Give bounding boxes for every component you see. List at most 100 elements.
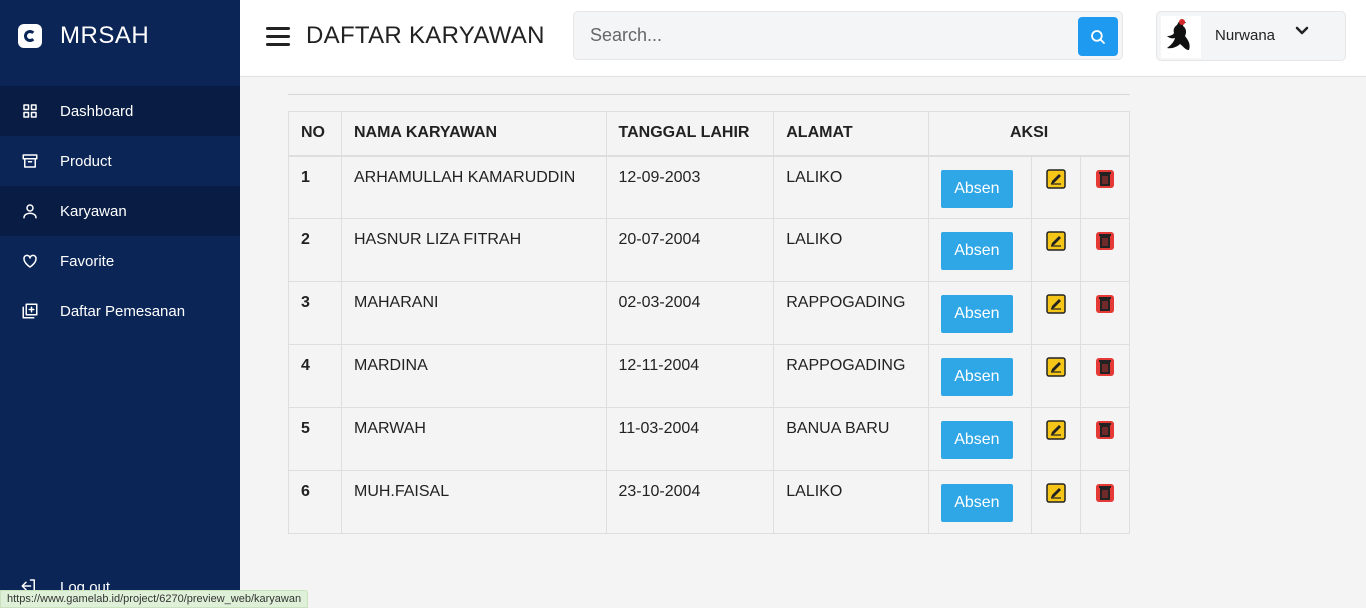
cell-edit bbox=[1031, 218, 1082, 282]
absen-button[interactable]: Absen bbox=[941, 421, 1013, 459]
cell-alamat: LALIKO bbox=[773, 470, 930, 534]
table-row: 2 HASNUR LIZA FITRAH 20-07-2004 LALIKO Absen bbox=[288, 218, 1130, 282]
edit-icon[interactable] bbox=[1046, 168, 1066, 189]
col-header-tgl: TANGGAL LAHIR bbox=[605, 111, 775, 157]
absen-button[interactable]: Absen bbox=[941, 358, 1013, 396]
top-header: DAFTAR KARYAWAN Nurwana bbox=[240, 0, 1366, 77]
user-menu[interactable]: Nurwana bbox=[1156, 11, 1346, 61]
cell-absen: Absen bbox=[928, 470, 1033, 534]
cell-edit bbox=[1031, 470, 1082, 534]
cell-absen: Absen bbox=[928, 155, 1033, 219]
cell-nama: MUH.FAISAL bbox=[340, 470, 607, 534]
chevron-down-icon bbox=[1295, 24, 1309, 38]
cell-tgl: 11-03-2004 bbox=[605, 407, 775, 471]
trash-icon[interactable] bbox=[1095, 231, 1115, 251]
cell-delete bbox=[1080, 344, 1130, 408]
sidebar-item-favorite[interactable]: Favorite bbox=[0, 236, 240, 286]
search-icon bbox=[1091, 29, 1105, 44]
sidebar-nav: Dashboard Product Karyawan Favorite Daft… bbox=[0, 86, 240, 336]
col-header-aksi: AKSI bbox=[928, 111, 1130, 157]
brand[interactable]: MRSAH bbox=[0, 0, 240, 72]
absen-button[interactable]: Absen bbox=[941, 232, 1013, 270]
search-input[interactable] bbox=[574, 12, 1074, 59]
absen-button[interactable]: Absen bbox=[941, 484, 1013, 522]
absen-button[interactable]: Absen bbox=[941, 169, 1013, 208]
add-square-icon bbox=[20, 301, 40, 321]
trash-icon[interactable] bbox=[1095, 483, 1115, 503]
cell-delete bbox=[1080, 155, 1130, 219]
brand-logo-icon bbox=[18, 24, 42, 48]
cell-absen: Absen bbox=[928, 218, 1033, 282]
edit-icon[interactable] bbox=[1046, 357, 1066, 377]
trash-icon[interactable] bbox=[1095, 294, 1115, 314]
absen-button[interactable]: Absen bbox=[941, 295, 1013, 333]
cell-delete bbox=[1080, 218, 1130, 282]
cell-nama: ARHAMULLAH KAMARUDDIN bbox=[340, 155, 607, 219]
employee-table: NO NAMA KARYAWAN TANGGAL LAHIR ALAMAT AK… bbox=[288, 111, 1130, 534]
menu-toggle-icon[interactable] bbox=[266, 27, 290, 47]
cell-nama: MARDINA bbox=[340, 344, 607, 408]
user-name: Nurwana bbox=[1215, 27, 1276, 44]
edit-icon[interactable] bbox=[1046, 294, 1066, 314]
cell-tgl: 12-11-2004 bbox=[605, 344, 775, 408]
col-header-no: NO bbox=[288, 111, 342, 157]
sidebar-item-dashboard[interactable]: Dashboard bbox=[0, 86, 240, 136]
col-header-alamat: ALAMAT bbox=[773, 111, 930, 157]
table-row: 1 ARHAMULLAH KAMARUDDIN 12-09-2003 LALIKO Ab… bbox=[288, 155, 1130, 219]
archive-icon bbox=[20, 151, 40, 171]
cell-nama: MAHARANI bbox=[340, 281, 607, 345]
status-bar-url: https://www.gamelab.id/project/6270/prev… bbox=[0, 590, 309, 608]
edit-icon[interactable] bbox=[1046, 420, 1066, 440]
content-divider bbox=[288, 94, 1130, 95]
cell-alamat: RAPPOGADING bbox=[773, 281, 930, 345]
search-button[interactable] bbox=[1078, 17, 1118, 56]
cell-absen: Absen bbox=[928, 344, 1033, 408]
trash-icon[interactable] bbox=[1095, 357, 1115, 377]
cell-tgl: 23-10-2004 bbox=[605, 470, 775, 534]
edit-icon[interactable] bbox=[1046, 231, 1066, 251]
cell-absen: Absen bbox=[928, 281, 1033, 345]
search-bar bbox=[573, 11, 1123, 60]
cell-edit bbox=[1031, 155, 1082, 219]
cell-no: 4 bbox=[288, 344, 342, 408]
cell-edit bbox=[1031, 407, 1082, 471]
cell-no: 6 bbox=[288, 470, 342, 534]
table-row: 4 MARDINA 12-11-2004 RAPPOGADING Absen bbox=[288, 344, 1130, 408]
col-header-nama: NAMA KARYAWAN bbox=[340, 111, 607, 157]
cell-no: 5 bbox=[288, 407, 342, 471]
cell-alamat: LALIKO bbox=[773, 218, 930, 282]
sidebar-item-label: Product bbox=[60, 152, 112, 170]
cell-delete bbox=[1080, 407, 1130, 471]
cell-alamat: RAPPOGADING bbox=[773, 344, 930, 408]
table-header-row: NO NAMA KARYAWAN TANGGAL LAHIR ALAMAT AK… bbox=[288, 111, 1130, 157]
sidebar-item-daftar-pemesanan[interactable]: Daftar Pemesanan bbox=[0, 286, 240, 336]
brand-name: MRSAH bbox=[60, 22, 150, 49]
cell-absen: Absen bbox=[928, 407, 1033, 471]
table-row: 6 MUH.FAISAL 23-10-2004 LALIKO Absen bbox=[288, 470, 1130, 534]
cell-tgl: 20-07-2004 bbox=[605, 218, 775, 282]
cell-edit bbox=[1031, 344, 1082, 408]
table-row: 3 MAHARANI 02-03-2004 RAPPOGADING Absen bbox=[288, 281, 1130, 345]
cell-alamat: LALIKO bbox=[773, 155, 930, 219]
cell-nama: HASNUR LIZA FITRAH bbox=[340, 218, 607, 282]
edit-icon[interactable] bbox=[1046, 483, 1066, 503]
cell-no: 2 bbox=[288, 218, 342, 282]
trash-icon[interactable] bbox=[1095, 420, 1115, 440]
sidebar-item-karyawan[interactable]: Karyawan bbox=[0, 186, 240, 236]
sidebar-item-label: Daftar Pemesanan bbox=[60, 302, 186, 320]
cell-no: 1 bbox=[288, 155, 342, 219]
sidebar-item-label: Dashboard bbox=[60, 102, 134, 120]
cell-no: 3 bbox=[288, 281, 342, 345]
page-title: DAFTAR KARYAWAN bbox=[306, 22, 545, 49]
sidebar: MRSAH Dashboard Product Karyawan Favorit… bbox=[0, 0, 240, 608]
avatar bbox=[1161, 16, 1201, 58]
sidebar-item-label: Karyawan bbox=[60, 202, 127, 220]
cell-alamat: BANUA BARU bbox=[773, 407, 930, 471]
cell-delete bbox=[1080, 470, 1130, 534]
sidebar-item-product[interactable]: Product bbox=[0, 136, 240, 186]
grid-icon bbox=[20, 101, 40, 121]
heart-icon bbox=[20, 251, 40, 271]
cell-delete bbox=[1080, 281, 1130, 345]
trash-icon[interactable] bbox=[1095, 169, 1115, 189]
cell-tgl: 02-03-2004 bbox=[605, 281, 775, 345]
